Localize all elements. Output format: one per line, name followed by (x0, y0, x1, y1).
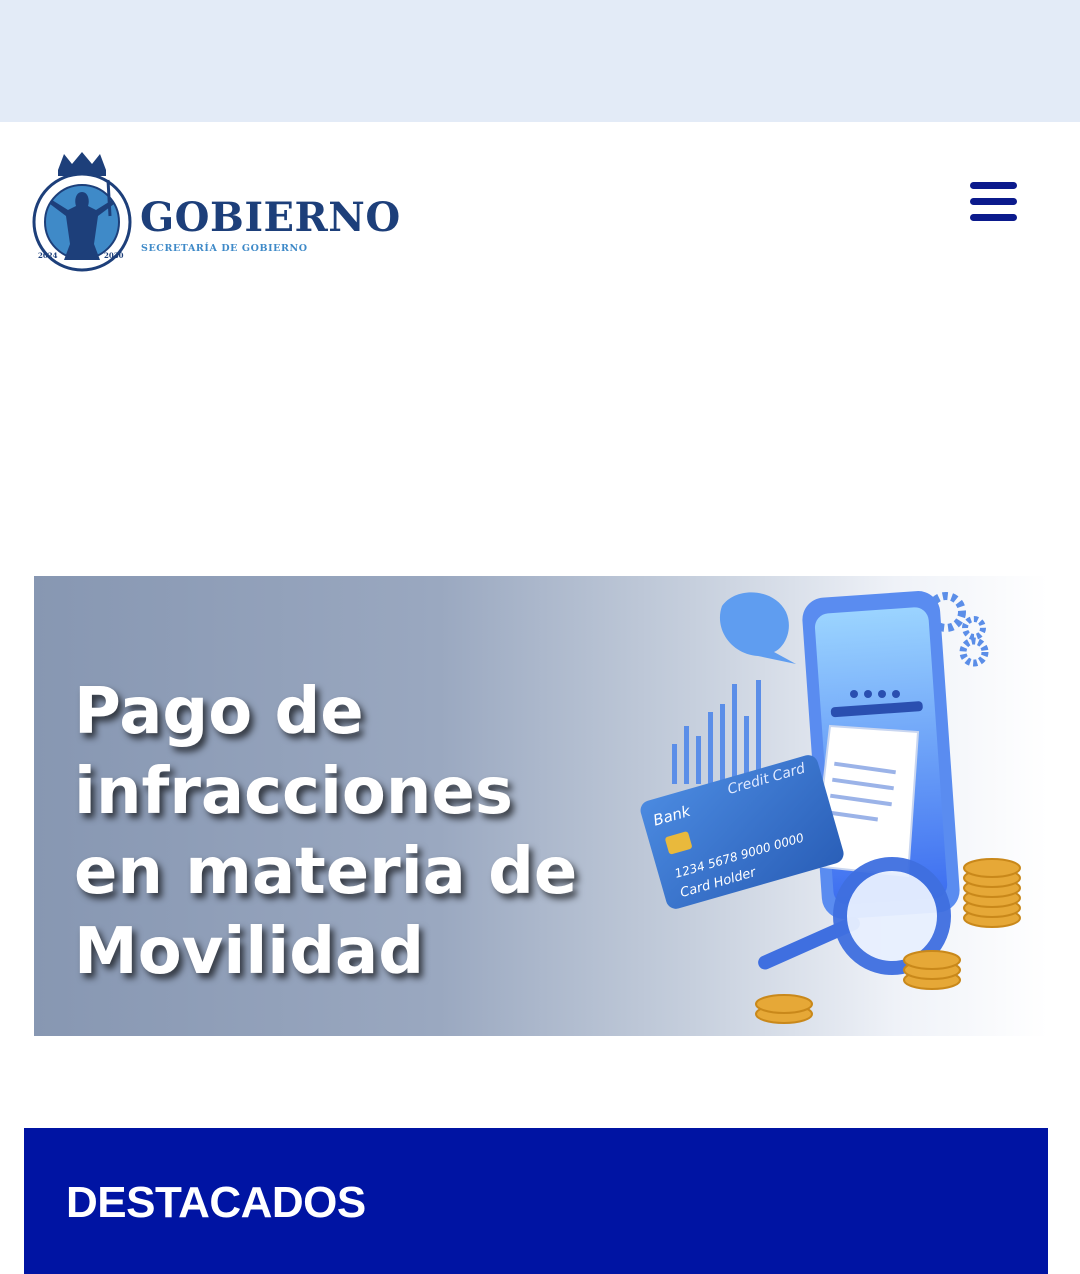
menu-bar (970, 198, 1017, 205)
banner-line: en materia de (74, 835, 578, 909)
banner-line: Pago de (74, 675, 364, 749)
logo-subtitle: SECRETARÍA DE GOBIERNO (141, 243, 308, 254)
top-band (0, 0, 1080, 122)
hamburger-menu-icon[interactable] (964, 180, 1024, 226)
banner-line: Movilidad (74, 915, 424, 989)
section-title: DESTACADOS (66, 1178, 366, 1227)
logo-title: GOBIERNO (140, 194, 401, 241)
banner-line: infracciones (74, 755, 513, 829)
svg-text:2024: 2024 (38, 251, 58, 260)
featured-section: DESTACADOS (24, 1128, 1048, 1274)
menu-bar (970, 214, 1017, 221)
payment-illustration-icon: Bank Credit Card 1234 5678 9000 0000 Car… (640, 591, 1021, 1024)
svg-text:2030: 2030 (104, 251, 124, 260)
state-seal-icon: 2024 2030 (32, 152, 132, 272)
menu-bar (970, 182, 1017, 189)
government-logo[interactable]: 2024 2030 GOBIERNO SECRETARÍA DE GOBIERN… (30, 150, 400, 280)
hero-banner[interactable]: Pago de infracciones en materia de Movil… (34, 576, 1048, 1036)
banner-heading: Pago de infracciones en materia de Movil… (74, 672, 674, 992)
